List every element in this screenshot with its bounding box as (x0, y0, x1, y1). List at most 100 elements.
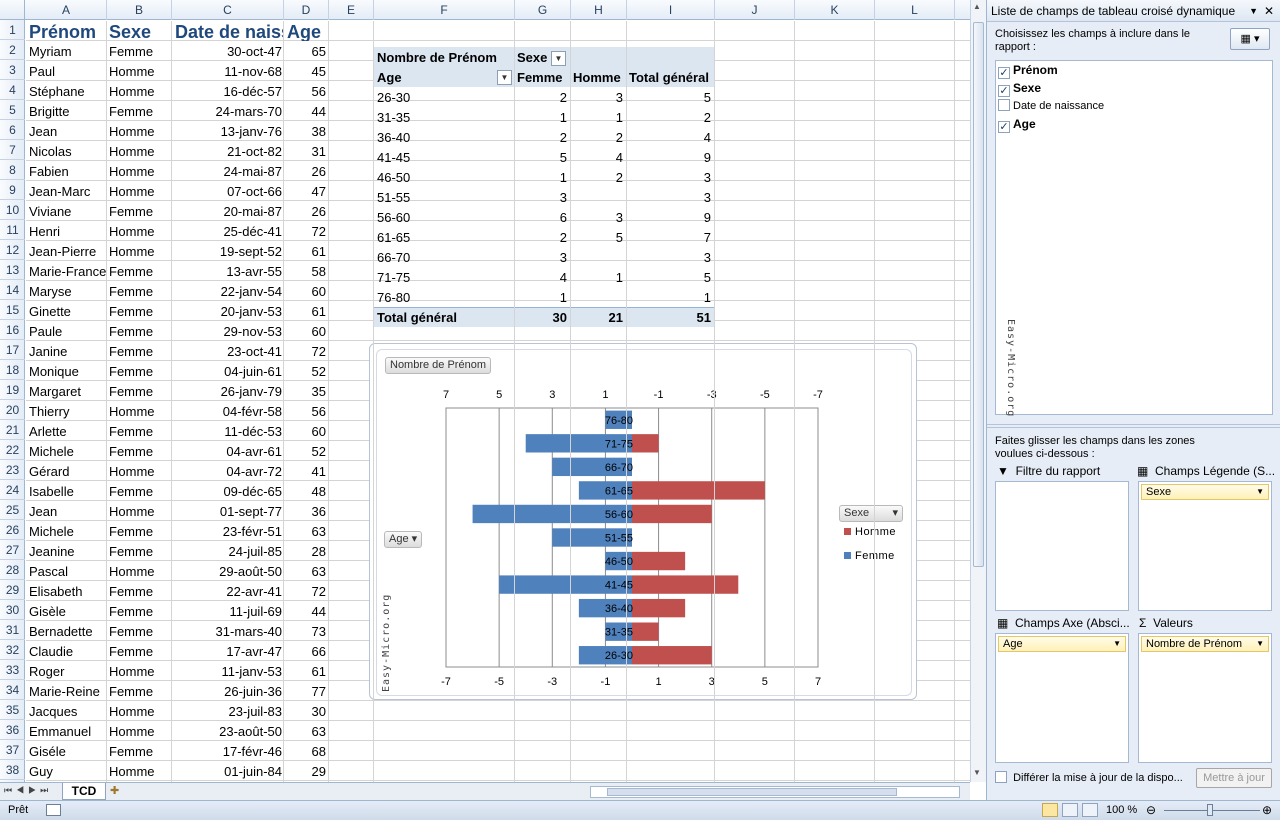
cell[interactable]: Homme (107, 502, 171, 521)
row-header[interactable]: 23 (0, 460, 25, 480)
spreadsheet-grid[interactable]: ABCDEFGHIJKL 1 2 3 4 5 6 7 8 9 10 11 12 13 14 15 16 17 18… (0, 0, 970, 782)
column-header[interactable]: D (284, 0, 329, 20)
cell[interactable]: Stéphane (27, 82, 106, 101)
cell[interactable]: 23-févr-51 (172, 522, 284, 541)
column-header[interactable]: B (107, 0, 172, 20)
row-header[interactable]: 15 (0, 300, 25, 320)
header-age[interactable]: Age (285, 22, 329, 41)
cell[interactable]: Claudie (27, 642, 106, 661)
cell[interactable]: 47 (284, 182, 328, 201)
column-header[interactable]: K (795, 0, 875, 20)
select-all-corner[interactable] (0, 0, 25, 20)
cell[interactable]: 61 (284, 242, 328, 261)
cell[interactable]: 77 (284, 682, 328, 701)
cell[interactable]: Maryse (27, 282, 106, 301)
cell[interactable]: Femme (107, 102, 171, 121)
row-header[interactable]: 34 (0, 680, 25, 700)
cell[interactable]: Henri (27, 222, 106, 241)
pivot-value[interactable]: 4 (514, 268, 570, 287)
row-header[interactable]: 2 (0, 40, 25, 60)
zoom-in-icon[interactable]: ⊕ (1262, 801, 1272, 820)
pivot-value[interactable]: 2 (570, 128, 626, 147)
cell[interactable]: Femme (107, 482, 171, 501)
vertical-scrollbar[interactable]: ▲ ▼ (970, 0, 986, 782)
cell[interactable]: 44 (284, 102, 328, 121)
cell[interactable]: 22-janv-54 (172, 282, 284, 301)
cell[interactable]: 29-août-50 (172, 562, 284, 581)
cell[interactable]: Monique (27, 362, 106, 381)
pivot-value[interactable]: 3 (514, 188, 570, 207)
cell[interactable]: 24-juil-85 (172, 542, 284, 561)
cell[interactable]: 04-avr-61 (172, 442, 284, 461)
cell[interactable]: Paule (27, 322, 106, 341)
row-header[interactable]: 33 (0, 660, 25, 680)
cell[interactable]: Femme (107, 542, 171, 561)
pivot-value[interactable]: 5 (626, 88, 714, 107)
sheet-nav-icons[interactable]: ⏮◀▶⏭ (4, 785, 52, 796)
pivot-row-label[interactable]: 31-35 (374, 108, 514, 127)
pivot-row-label[interactable]: 56-60 (374, 208, 514, 227)
checkbox-icon[interactable] (998, 99, 1010, 111)
cell[interactable]: 61 (284, 302, 328, 321)
cell[interactable]: Homme (107, 222, 171, 241)
cell[interactable]: Femme (107, 42, 171, 61)
cell[interactable]: Bernadette (27, 622, 106, 641)
pivot-row-label[interactable]: 66-70 (374, 248, 514, 267)
checkbox-icon[interactable]: ✓ (998, 85, 1010, 97)
cell[interactable]: 61 (284, 662, 328, 681)
cell[interactable]: Homme (107, 562, 171, 581)
cell[interactable]: 26 (284, 162, 328, 181)
cell[interactable]: Femme (107, 622, 171, 641)
cell[interactable]: 31-mars-40 (172, 622, 284, 641)
row-header[interactable]: 17 (0, 340, 25, 360)
zoom-level[interactable]: 100 % (1106, 801, 1137, 820)
pivot-value[interactable]: 1 (570, 268, 626, 287)
macro-record-icon[interactable] (46, 804, 61, 816)
cell[interactable]: 41 (284, 462, 328, 481)
cell[interactable]: Homme (107, 162, 171, 181)
cell[interactable]: Brigitte (27, 102, 106, 121)
scroll-up-icon[interactable]: ▲ (973, 2, 981, 11)
cell[interactable]: Marie-Reine (27, 682, 106, 701)
pivot-value[interactable] (570, 288, 626, 307)
pivot-value[interactable]: 9 (626, 148, 714, 167)
cell[interactable]: Femme (107, 682, 171, 701)
header-prenom[interactable]: Prénom (27, 22, 105, 41)
cell[interactable]: 63 (284, 722, 328, 741)
cell[interactable]: 52 (284, 442, 328, 461)
row-header[interactable]: 36 (0, 720, 25, 740)
cell[interactable]: Homme (107, 122, 171, 141)
cell[interactable]: 23-oct-41 (172, 342, 284, 361)
pivot-value[interactable]: 3 (570, 88, 626, 107)
new-sheet-icon[interactable]: ✚ (110, 784, 119, 797)
zone-axis[interactable]: Age ▼ (995, 633, 1129, 763)
cell[interactable]: 04-avr-72 (172, 462, 284, 481)
cell[interactable]: 23-août-50 (172, 722, 284, 741)
cell[interactable]: Homme (107, 182, 171, 201)
layout-options-button[interactable]: ▦ ▾ (1230, 28, 1270, 50)
cell[interactable]: 26 (284, 202, 328, 221)
chip-sexe[interactable]: Sexe ▼ (1141, 484, 1269, 500)
row-header[interactable]: 8 (0, 160, 25, 180)
normal-view-icon[interactable] (1042, 803, 1058, 817)
cell[interactable]: Homme (107, 762, 171, 781)
column-header[interactable]: A (26, 0, 107, 20)
field-age[interactable]: ✓ Age (998, 115, 1036, 133)
cell[interactable]: 56 (284, 82, 328, 101)
field-date[interactable]: Date de naissance (998, 97, 1104, 115)
pivot-value[interactable]: 1 (570, 108, 626, 127)
defer-update[interactable]: Différer la mise à jour de la dispo... (995, 771, 1183, 785)
cell[interactable]: 48 (284, 482, 328, 501)
row-header[interactable]: 3 (0, 60, 25, 80)
cell[interactable]: 24-mai-87 (172, 162, 284, 181)
cell[interactable]: Homme (107, 662, 171, 681)
zoom-out-icon[interactable]: ⊖ (1146, 801, 1156, 820)
pivot-value[interactable]: 1 (514, 108, 570, 127)
cell[interactable]: 11-déc-53 (172, 422, 284, 441)
column-header[interactable]: G (515, 0, 571, 20)
row-header[interactable]: 20 (0, 400, 25, 420)
filter-dropdown-icon[interactable]: ▼ (497, 70, 512, 85)
pivot-value[interactable]: 4 (570, 148, 626, 167)
zone-legend[interactable]: Sexe ▼ (1138, 481, 1272, 611)
cell[interactable]: Michele (27, 522, 106, 541)
